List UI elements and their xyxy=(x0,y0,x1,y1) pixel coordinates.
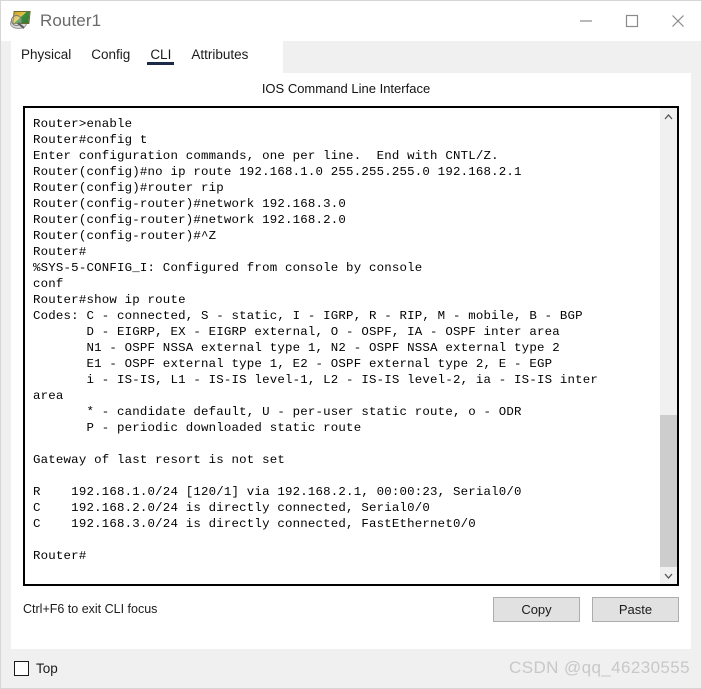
cli-footer: Ctrl+F6 to exit CLI focus Copy Paste xyxy=(23,594,679,624)
tab-config[interactable]: Config xyxy=(81,41,140,73)
window-title: Router1 xyxy=(40,11,102,30)
scroll-down-button[interactable] xyxy=(660,567,677,584)
copy-button[interactable]: Copy xyxy=(493,596,580,622)
top-checkbox[interactable] xyxy=(14,660,29,676)
scrollbar-track[interactable] xyxy=(660,125,677,578)
scrollbar-thumb[interactable] xyxy=(660,415,677,578)
tab-cli[interactable]: CLI xyxy=(140,41,181,73)
cli-scrollbar[interactable] xyxy=(659,108,677,584)
cli-console[interactable]: Router>enable Router#config t Enter conf… xyxy=(23,106,679,586)
tab-strip: Physical Config CLI Attributes xyxy=(11,41,283,73)
close-icon xyxy=(672,15,684,27)
tab-attributes[interactable]: Attributes xyxy=(181,41,258,73)
maximize-button[interactable] xyxy=(609,1,655,41)
maximize-icon xyxy=(625,14,639,28)
title-bar: Router1 xyxy=(1,1,701,41)
panel-heading: IOS Command Line Interface xyxy=(261,81,431,96)
chevron-up-icon xyxy=(664,113,673,119)
top-checkbox-label: Top xyxy=(36,660,58,676)
chevron-down-icon xyxy=(664,573,673,579)
paste-button[interactable]: Paste xyxy=(592,596,679,622)
tab-physical[interactable]: Physical xyxy=(11,41,81,73)
minimize-button[interactable] xyxy=(563,1,609,41)
cli-focus-hint: Ctrl+F6 to exit CLI focus xyxy=(23,602,158,616)
bottom-bar: Top CSDN @qq_46230555 xyxy=(2,649,700,687)
cli-panel: IOS Command Line Interface Router>enable… xyxy=(11,73,691,665)
packet-tracer-router-icon xyxy=(10,10,32,32)
watermark: CSDN @qq_46230555 xyxy=(509,658,690,677)
window-controls xyxy=(563,1,701,41)
device-window: Router1 Physical Config CLI Attributes I… xyxy=(0,0,702,689)
scroll-up-button[interactable] xyxy=(660,108,677,125)
tab-strip-container: Physical Config CLI Attributes xyxy=(1,41,701,73)
cli-output-text[interactable]: Router>enable Router#config t Enter conf… xyxy=(25,108,659,584)
cli-action-buttons: Copy Paste xyxy=(493,596,679,622)
minimize-icon xyxy=(580,20,592,22)
close-button[interactable] xyxy=(655,1,701,41)
